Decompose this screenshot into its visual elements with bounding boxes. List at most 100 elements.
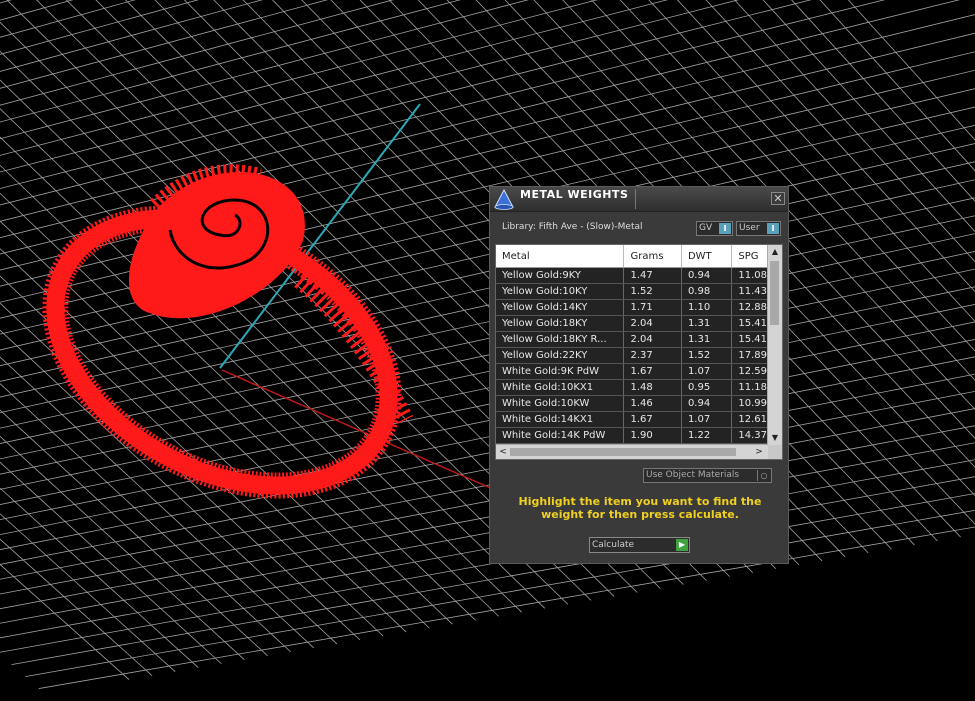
play-arrow-icon: ▶ bbox=[676, 539, 688, 551]
grams-cell: 1.67 bbox=[623, 363, 682, 380]
metal-cell: Yellow Gold:14KY bbox=[496, 299, 625, 316]
metal-cell: White Gold:9K PdW bbox=[496, 363, 625, 380]
metal-cell: White Gold:10KX1 bbox=[496, 379, 625, 396]
horizontal-scrollbar[interactable]: < > bbox=[496, 444, 768, 459]
ring-model[interactable] bbox=[9, 164, 434, 540]
spg-cell: 12.61 bbox=[731, 411, 768, 428]
use-object-materials-toggle[interactable]: Use Object Materials ○ bbox=[643, 468, 772, 483]
dwt-cell: 1.22 bbox=[681, 427, 733, 444]
grid-line bbox=[0, 0, 199, 55]
metal-cell: Yellow Gold:22KY bbox=[496, 347, 625, 364]
grid-line bbox=[0, 192, 453, 625]
dwt-cell: 0.94 bbox=[681, 395, 733, 412]
grams-cell: 2.37 bbox=[623, 347, 682, 364]
grid-line bbox=[0, 0, 840, 102]
library-label: Library: Fifth Ave - (Slow)-Metal bbox=[502, 222, 643, 232]
dwt-cell: 0.98 bbox=[681, 283, 733, 300]
column-header-metal[interactable]: Metal bbox=[496, 245, 625, 268]
scroll-up-icon[interactable]: ▲ bbox=[768, 245, 782, 259]
use-object-materials-label: Use Object Materials bbox=[646, 470, 740, 480]
metal-table: Metal Grams DWT SPG Yellow Gold:9KY 1.47 0… bbox=[496, 245, 768, 444]
spg-cell: 10.99 bbox=[731, 395, 768, 412]
table-row[interactable]: White Gold:10KW 1.46 0.94 10.99 bbox=[496, 395, 768, 412]
grams-cell: 1.46 bbox=[623, 395, 682, 412]
metal-cell: White Gold:10KW bbox=[496, 395, 625, 412]
gv-toggle[interactable]: GV I bbox=[696, 221, 733, 236]
grams-cell: 1.47 bbox=[623, 267, 682, 284]
grams-cell: 1.52 bbox=[623, 283, 682, 300]
spg-cell: 12.59 bbox=[731, 363, 768, 380]
dwt-cell: 1.10 bbox=[681, 299, 733, 316]
grid-line bbox=[0, 513, 176, 672]
table-row[interactable]: Yellow Gold:18KY R... 2.04 1.31 15.41 bbox=[496, 331, 768, 348]
scroll-right-icon[interactable]: > bbox=[752, 445, 766, 459]
metal-cell: Yellow Gold:18KY R... bbox=[496, 331, 625, 348]
horizontal-scroll-thumb[interactable] bbox=[510, 448, 736, 456]
dwt-cell: 1.07 bbox=[681, 411, 733, 428]
table-row[interactable]: Yellow Gold:18KY 2.04 1.31 15.41 bbox=[496, 315, 768, 332]
scroll-left-icon[interactable]: < bbox=[496, 445, 510, 459]
dwt-cell: 1.52 bbox=[681, 347, 733, 364]
grid-line bbox=[0, 136, 499, 617]
vertical-scrollbar[interactable]: ▲ ▼ bbox=[767, 245, 782, 445]
grid-line bbox=[0, 0, 786, 54]
ground-grid bbox=[0, 0, 975, 689]
close-button[interactable]: ✕ bbox=[771, 192, 785, 205]
grams-cell: 2.04 bbox=[623, 331, 682, 348]
grid-line bbox=[0, 0, 263, 72]
table-row[interactable]: White Gold:14K PdW 1.90 1.22 14.37 bbox=[496, 427, 768, 444]
metal-cell: Yellow Gold:10KY bbox=[496, 283, 625, 300]
grid-line bbox=[0, 425, 975, 610]
panel-titlebar[interactable]: METAL WEIGHTS ✕ bbox=[490, 187, 788, 212]
grid-line bbox=[0, 487, 199, 669]
table-row[interactable]: Yellow Gold:10KY 1.52 0.98 11.43 bbox=[496, 283, 768, 300]
spg-cell: 11.08 bbox=[731, 267, 768, 284]
gv-toggle-label: GV bbox=[699, 223, 713, 233]
table-row[interactable]: Yellow Gold:9KY 1.47 0.94 11.08 bbox=[496, 267, 768, 284]
table-row[interactable]: White Gold:10KX1 1.48 0.95 11.18 bbox=[496, 379, 768, 396]
table-row[interactable]: White Gold:9K PdW 1.67 1.07 12.59 bbox=[496, 363, 768, 380]
grams-cell: 1.90 bbox=[623, 427, 682, 444]
calculate-label: Calculate bbox=[592, 540, 635, 550]
grams-cell: 1.48 bbox=[623, 379, 682, 396]
spg-cell: 17.89 bbox=[731, 347, 768, 364]
metal-weights-panel: METAL WEIGHTS ✕ Library: Fifth Ave - (Sl… bbox=[489, 186, 789, 564]
grid-line bbox=[0, 0, 895, 150]
column-header-grams[interactable]: Grams bbox=[623, 245, 682, 268]
column-header-spg[interactable]: SPG bbox=[731, 245, 768, 268]
dwt-cell: 0.95 bbox=[681, 379, 733, 396]
grams-cell: 1.71 bbox=[623, 299, 682, 316]
grid-line bbox=[0, 79, 546, 609]
vertical-scroll-thumb[interactable] bbox=[770, 261, 779, 325]
metal-cell: White Gold:14K PdW bbox=[496, 427, 625, 444]
metal-table-container[interactable]: Metal Grams DWT SPG Yellow Gold:9KY 1.47 0… bbox=[495, 244, 783, 460]
grid-line bbox=[0, 459, 975, 639]
grid-line bbox=[0, 435, 245, 661]
user-toggle[interactable]: User I bbox=[736, 221, 781, 236]
metal-cell: White Gold:14KX1 bbox=[496, 411, 625, 428]
spg-cell: 15.41 bbox=[731, 315, 768, 332]
grid-line bbox=[0, 0, 74, 21]
scroll-down-icon[interactable]: ▼ bbox=[768, 431, 782, 445]
3d-viewport[interactable] bbox=[0, 0, 975, 701]
column-header-dwt[interactable]: DWT bbox=[681, 245, 733, 268]
grid-line bbox=[0, 0, 881, 138]
metal-cell: Yellow Gold:18KY bbox=[496, 315, 625, 332]
grid-line bbox=[0, 0, 13, 4]
grid-line bbox=[0, 69, 975, 303]
x-axis-line bbox=[221, 369, 496, 491]
table-row[interactable]: White Gold:14KX1 1.67 1.07 12.61 bbox=[496, 411, 768, 428]
table-row[interactable]: Yellow Gold:22KY 2.37 1.52 17.89 bbox=[496, 347, 768, 364]
dwt-cell: 1.31 bbox=[681, 315, 733, 332]
grams-cell: 1.67 bbox=[623, 411, 682, 428]
table-row[interactable]: Yellow Gold:14KY 1.71 1.10 12.88 bbox=[496, 299, 768, 316]
dwt-cell: 1.31 bbox=[681, 331, 733, 348]
calculate-button[interactable]: Calculate ▶ bbox=[589, 537, 690, 553]
toggle-indicator-icon: I bbox=[767, 223, 779, 234]
dwt-cell: 1.07 bbox=[681, 363, 733, 380]
spg-cell: 15.41 bbox=[731, 331, 768, 348]
panel-title: METAL WEIGHTS bbox=[520, 188, 629, 201]
grid-line bbox=[0, 538, 153, 676]
cone-app-icon bbox=[494, 188, 514, 210]
metal-cell: Yellow Gold:9KY bbox=[496, 267, 625, 284]
